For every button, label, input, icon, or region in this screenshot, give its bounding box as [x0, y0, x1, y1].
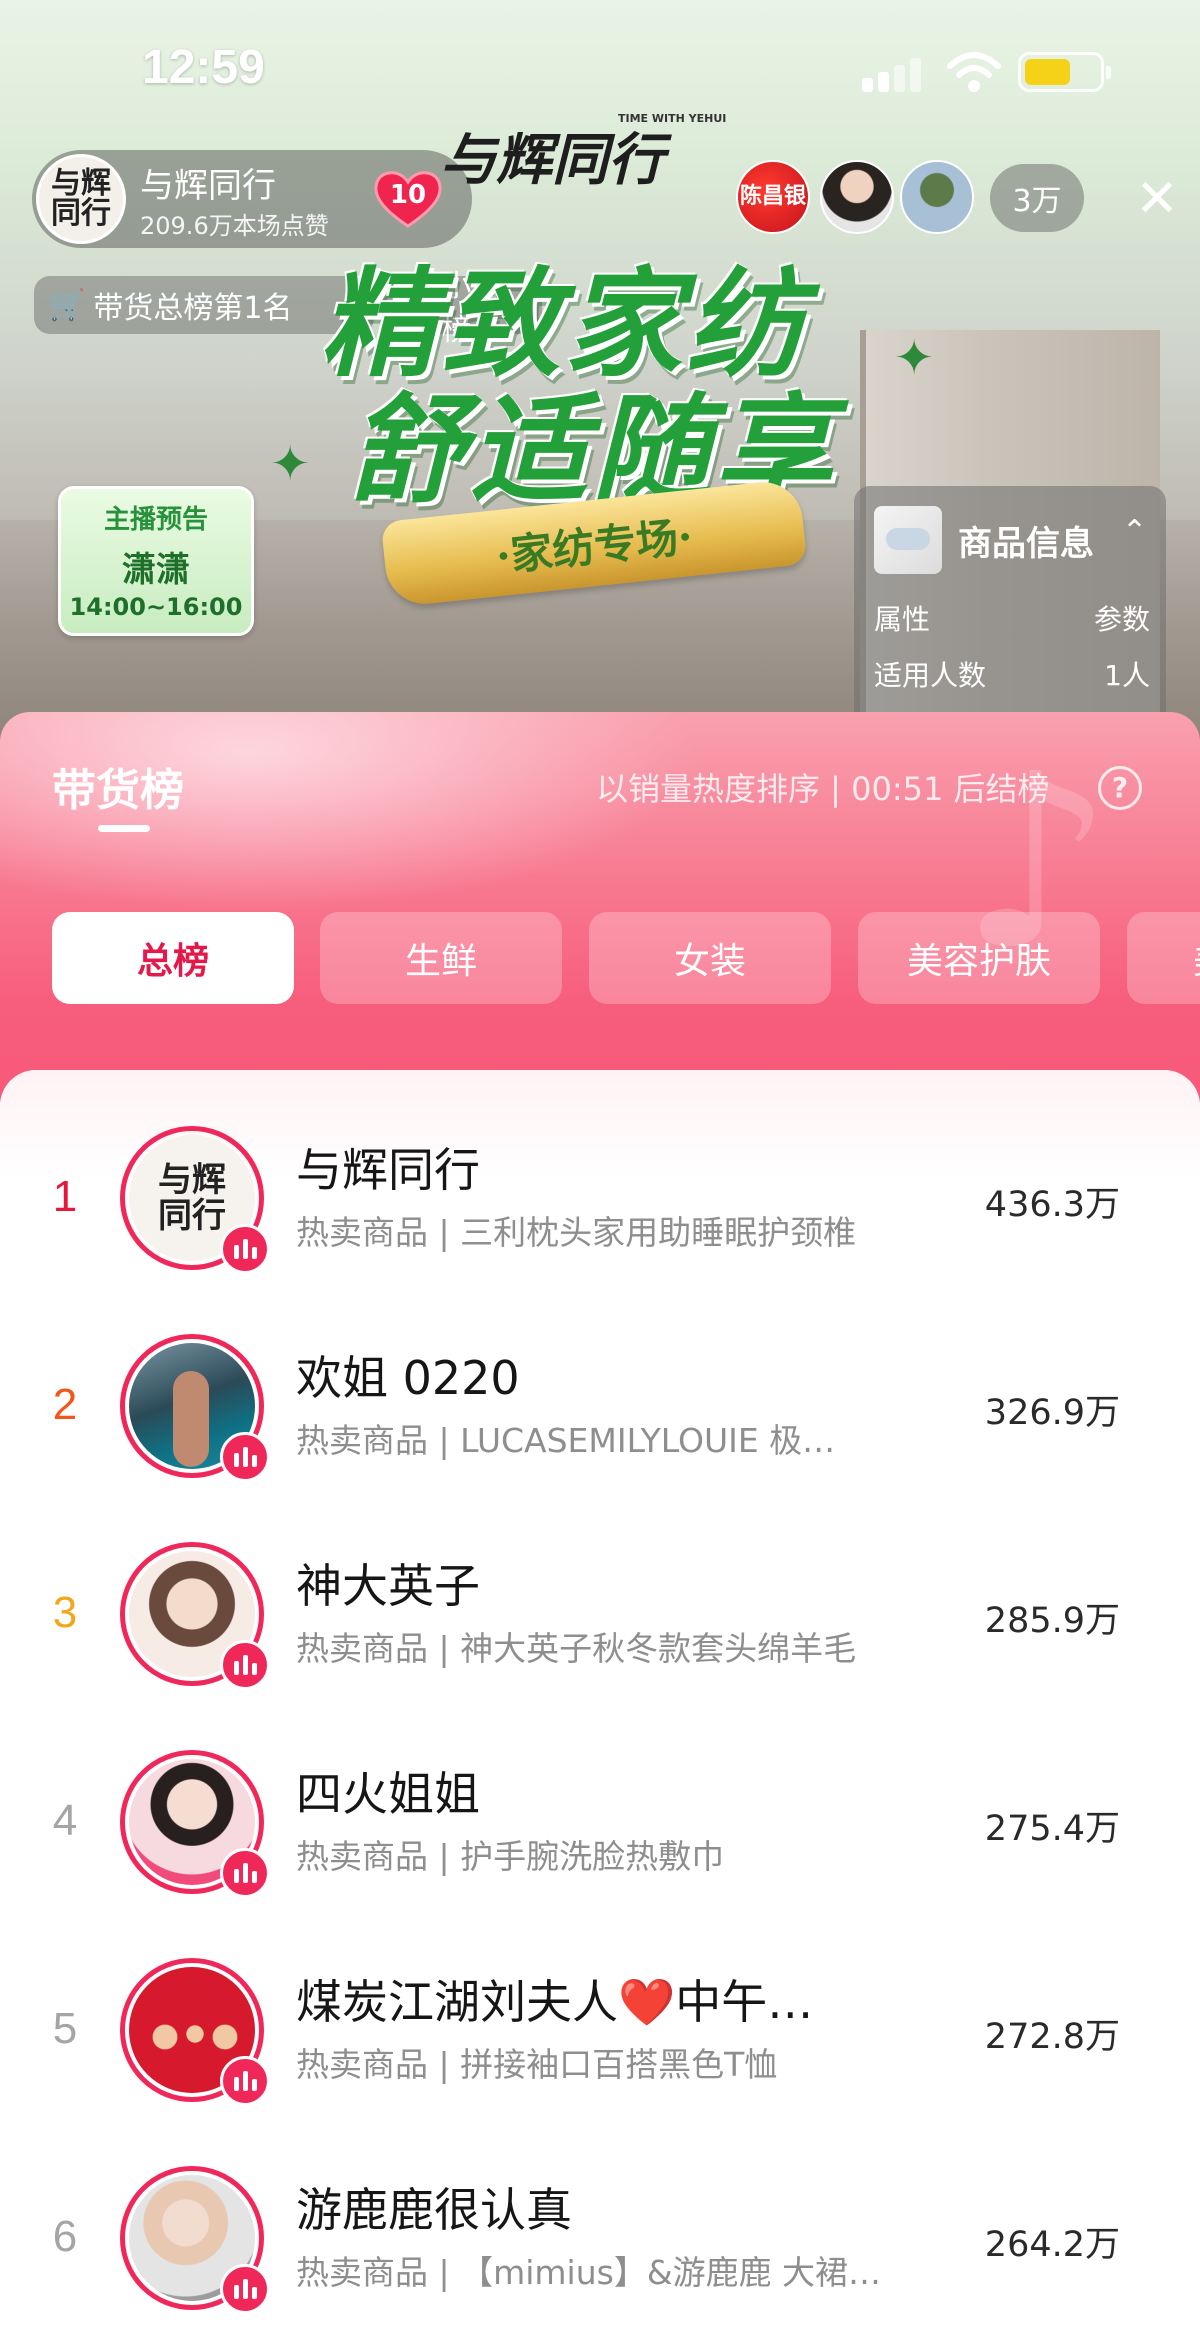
viewer-avatar[interactable] — [900, 160, 974, 234]
rank-number: 3 — [52, 1588, 78, 1637]
anchor-preview-card[interactable]: 主播预告 潇潇 14:00~16:00 — [58, 486, 254, 636]
sales-score: 436.3万 — [984, 1185, 1120, 1225]
streamer-name: 四火姐姐 — [296, 1767, 480, 1821]
product-info-title: 商品信息 — [958, 524, 1094, 564]
streamer-name: 与辉同行 — [140, 166, 276, 206]
tab-more[interactable]: 美 — [1127, 912, 1200, 1004]
hot-product: 热卖商品 | 护手腕洗脸热敷巾 — [296, 1837, 725, 1876]
live-indicator-icon — [220, 1640, 270, 1690]
streamer-name: 煤炭江湖刘夫人❤️中午… — [296, 1975, 814, 2029]
viewer-avatar[interactable] — [820, 160, 894, 234]
close-icon[interactable]: ✕ — [1130, 172, 1184, 226]
ranking-row[interactable]: 4 四火姐姐 热卖商品 | 护手腕洗脸热敷巾 275.4万 — [0, 1718, 1200, 1926]
ranking-subtitle: 以销量热度排序 | 00:51 后结榜 — [596, 770, 1050, 808]
tab-fresh-food[interactable]: 生鲜 — [320, 912, 562, 1004]
heart-badge-count: 10 — [389, 180, 427, 210]
hot-product: 热卖商品 | LUCASEMILYLOUIE 极… — [296, 1421, 836, 1460]
ranking-row[interactable]: 2 欢姐 0220 热卖商品 | LUCASEMILYLOUIE 极… 326.… — [0, 1302, 1200, 1510]
rank-number: 6 — [52, 2212, 78, 2261]
tab-overall[interactable]: 总榜 — [52, 912, 294, 1004]
product-info-value: 1人 — [1104, 659, 1150, 692]
battery-icon — [1018, 52, 1111, 92]
banner-brand-sub: TIME WITH YEHUI — [618, 112, 727, 125]
live-indicator-icon — [220, 1224, 270, 1274]
rank-number: 2 — [52, 1380, 78, 1429]
cellular-signal-icon — [862, 56, 924, 92]
ranking-list: 1 与辉 同行 与辉同行 热卖商品 | 三利枕头家用助睡眠护颈椎 436.3万 … — [0, 1070, 1200, 2337]
sales-score: 326.9万 — [984, 1393, 1120, 1433]
preview-time: 14:00~16:00 — [69, 593, 243, 621]
tab-beauty-skincare[interactable]: 美容护肤 — [858, 912, 1100, 1004]
preview-title: 主播预告 — [103, 505, 208, 535]
sales-score: 264.2万 — [984, 2225, 1120, 2265]
fan-heart-badge[interactable]: 10 — [370, 168, 446, 230]
streamer-name: 神大英子 — [296, 1559, 480, 1613]
streamer-likes: 209.6万本场点赞 — [140, 212, 329, 240]
hot-product: 热卖商品 | 神大英子秋冬款套头绵羊毛 — [296, 1629, 857, 1668]
sparkle-icon: ✦ — [270, 436, 311, 492]
cart-icon: 🛒 — [48, 287, 86, 323]
product-info-key: 适用人数 — [874, 659, 987, 692]
product-info-key: 属性 — [874, 603, 931, 636]
live-indicator-icon — [220, 2264, 270, 2314]
status-time: 12:59 — [142, 41, 265, 94]
streamer-name: 与辉同行 — [296, 1143, 480, 1197]
rank-number: 5 — [52, 2004, 78, 2053]
live-indicator-icon — [220, 1848, 270, 1898]
ranking-row[interactable]: 3 神大英子 热卖商品 | 神大英子秋冬款套头绵羊毛 285.9万 — [0, 1510, 1200, 1718]
tab-womens-clothing[interactable]: 女装 — [589, 912, 831, 1004]
live-indicator-icon — [220, 2056, 270, 2106]
viewer-brand-avatar[interactable]: 陈昌银 — [736, 160, 810, 234]
hot-product: 热卖商品 | 拼接袖口百搭黑色T恤 — [296, 2045, 778, 2084]
ranking-row[interactable]: 6 游鹿鹿很认真 热卖商品 | 【mimius】&游鹿鹿 大裙… 264.2万 — [0, 2134, 1200, 2337]
ranking-title[interactable]: 带货榜 — [52, 754, 184, 818]
sales-score: 275.4万 — [984, 1809, 1120, 1849]
product-thumbnail — [874, 506, 942, 574]
ranking-row[interactable]: 1 与辉 同行 与辉同行 热卖商品 | 三利枕头家用助睡眠护颈椎 436.3万 — [0, 1094, 1200, 1302]
sales-rank-label: 带货总榜第1名 — [93, 291, 293, 326]
streamer-avatar[interactable]: 与辉 同行 — [36, 154, 126, 244]
help-icon[interactable]: ? — [1098, 766, 1142, 810]
chevron-up-icon[interactable]: ⌃ — [1122, 514, 1147, 549]
live-indicator-icon — [220, 1432, 270, 1482]
hot-product: 热卖商品 | 三利枕头家用助睡眠护颈椎 — [296, 1213, 857, 1252]
product-info-value: 参数 — [1093, 603, 1150, 636]
wifi-icon — [947, 52, 1001, 92]
preview-anchor-name: 潇潇 — [122, 550, 190, 590]
sparkle-icon: ✦ — [894, 330, 935, 386]
streamer-name: 游鹿鹿很认真 — [296, 2183, 572, 2237]
rank-number: 4 — [52, 1796, 78, 1845]
product-info-card[interactable]: 商品信息 ⌃ 属性 参数 适用人数 1人 — [854, 486, 1166, 726]
streamer-name: 欢姐 0220 — [296, 1351, 520, 1405]
viewer-count[interactable]: 3万 — [990, 164, 1084, 232]
title-underline — [98, 825, 150, 832]
hot-product: 热卖商品 | 【mimius】&游鹿鹿 大裙… — [296, 2253, 882, 2292]
sales-score: 285.9万 — [984, 1601, 1120, 1641]
banner-brand: 与辉同行 — [440, 127, 664, 193]
rank-number: 1 — [52, 1172, 78, 1221]
sales-score: 272.8万 — [984, 2017, 1120, 2057]
ranking-row[interactable]: 5 煤炭江湖刘夫人❤️中午… 热卖商品 | 拼接袖口百搭黑色T恤 272.8万 — [0, 1926, 1200, 2134]
